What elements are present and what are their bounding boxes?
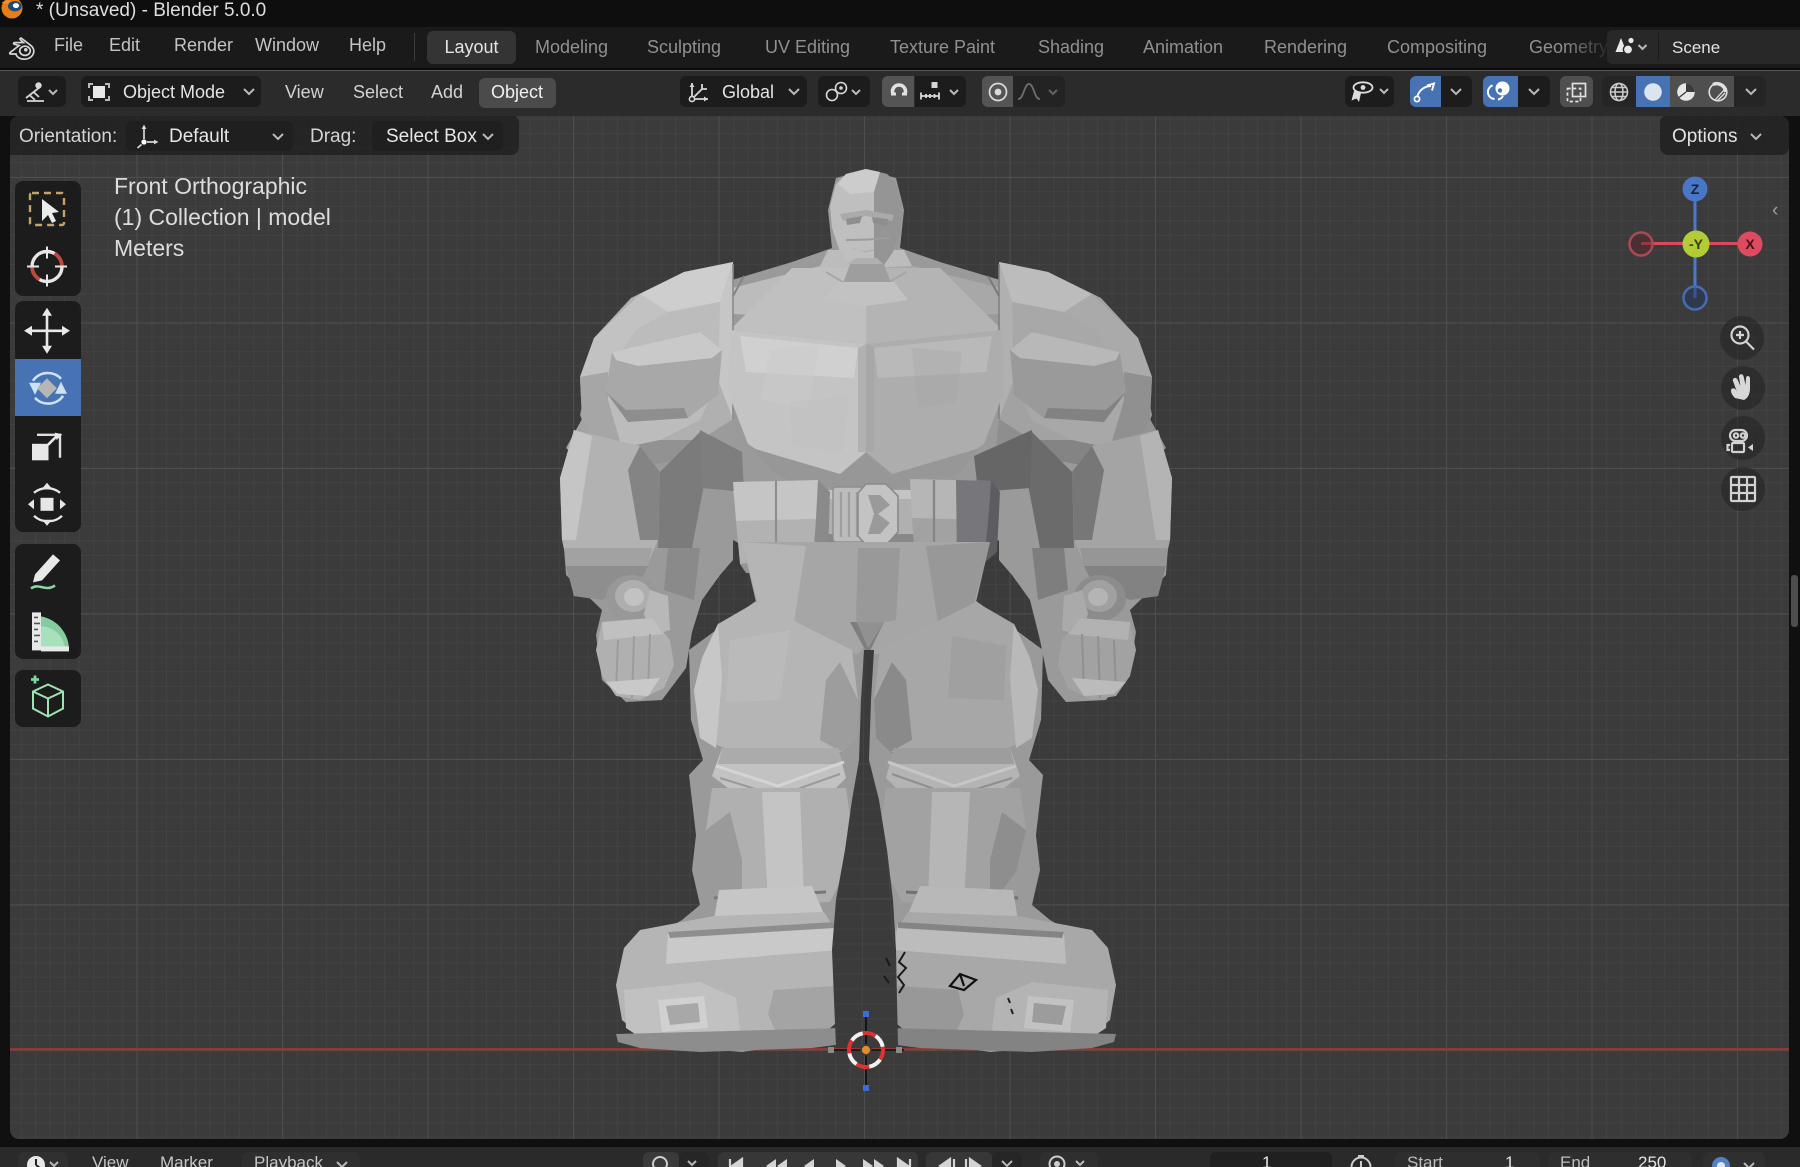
svg-text:-Y: -Y bbox=[1689, 236, 1704, 252]
svg-text:Z: Z bbox=[1691, 181, 1700, 197]
svg-text:X: X bbox=[1745, 236, 1755, 252]
